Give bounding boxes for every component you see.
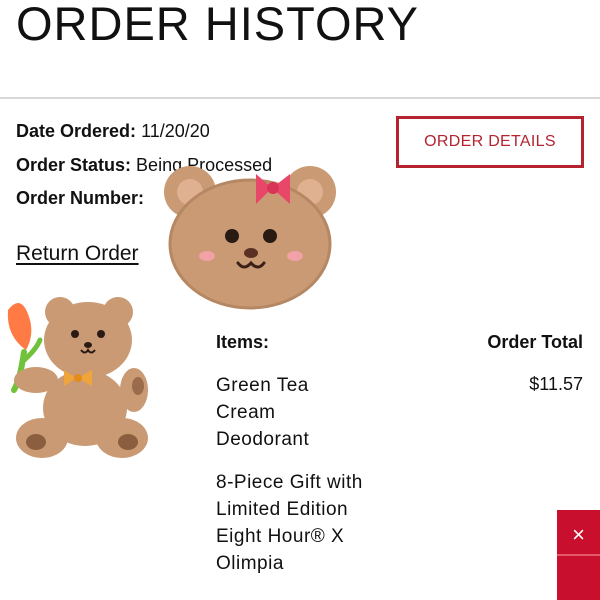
date-ordered-row: Date Ordered: 11/20/20 (16, 120, 210, 142)
order-number-row: Order Number: (16, 187, 144, 209)
date-ordered-label: Date Ordered: (16, 121, 137, 141)
teddy-bear-with-flower-sticker-icon (7, 297, 148, 458)
promo-side-tab[interactable]: × (557, 510, 600, 600)
page-title: ORDER HISTORY (16, 0, 419, 50)
item-name[interactable]: 8-Piece Gift with Limited Edition Eight … (216, 469, 366, 577)
return-order-link[interactable]: Return Order (16, 242, 139, 266)
bear-face-with-bow-sticker-icon (164, 166, 336, 310)
item-total: $11.57 (529, 374, 583, 394)
item-name[interactable]: Green Tea Cream Deodorant (216, 372, 366, 453)
promo-divider (557, 554, 600, 556)
order-status-label: Order Status: (16, 155, 132, 175)
date-ordered-value: 11/20/20 (141, 121, 210, 141)
order-total-header: Order Total (487, 332, 583, 352)
promo-discount-label[interactable]: 5% (9, 543, 32, 572)
items-header: Items: (216, 332, 270, 352)
order-details-button[interactable]: ORDER DETAILS (396, 116, 584, 168)
order-number-label: Order Number: (16, 188, 145, 208)
close-icon[interactable]: × (557, 520, 600, 550)
header-divider (0, 97, 600, 99)
